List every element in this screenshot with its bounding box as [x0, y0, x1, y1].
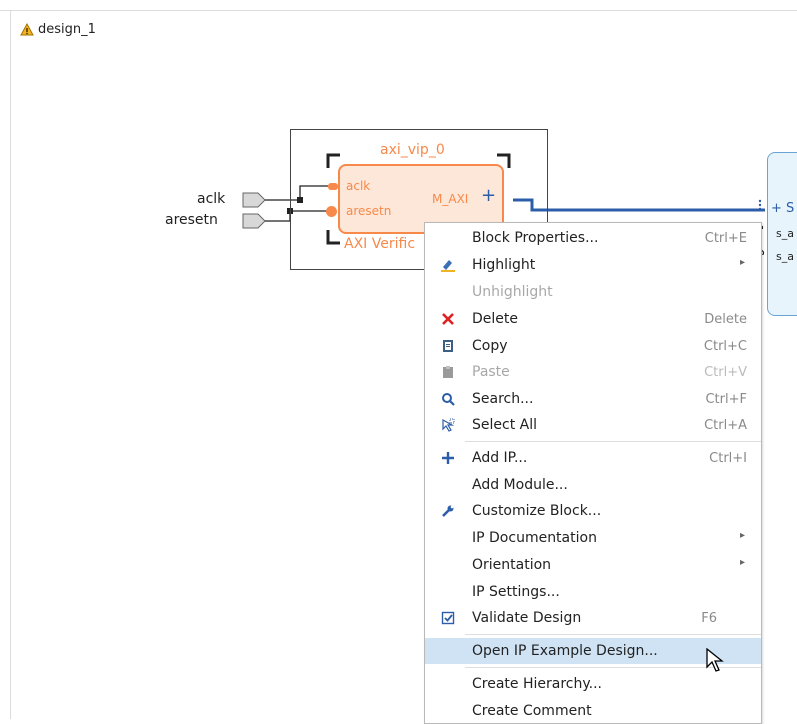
- validate-icon: [439, 609, 457, 627]
- menu-item-block-properties[interactable]: Block Properties... Ctrl+E: [425, 225, 761, 251]
- menu-separator: [465, 441, 761, 442]
- select-all-icon: [439, 416, 457, 434]
- menu-item-ip-settings[interactable]: IP Settings...: [425, 579, 761, 605]
- menu-item-add-module[interactable]: Add Module...: [425, 472, 761, 498]
- ip-subtitle: AXI Verific: [344, 236, 416, 252]
- submenu-arrow-icon: ▸: [739, 557, 745, 568]
- menu-item-delete[interactable]: Delete Delete: [425, 306, 761, 332]
- menu-item-create-comment[interactable]: Create Comment: [425, 698, 761, 724]
- pin-aclk-label: aclk: [346, 179, 371, 193]
- menu-item-copy[interactable]: Copy Ctrl+C: [425, 333, 761, 359]
- pin-aresetn-label: aresetn: [346, 204, 392, 218]
- aclk-port-shape[interactable]: [242, 192, 266, 208]
- pin-maxi-label: M_AXI: [432, 192, 469, 206]
- menu-item-add-ip[interactable]: Add IP... Ctrl+I: [425, 445, 761, 471]
- aclk-port-label: aclk: [197, 191, 226, 207]
- paste-icon: [439, 363, 457, 381]
- expand-plus-icon[interactable]: +: [481, 185, 496, 206]
- menu-item-search[interactable]: Search... Ctrl+F: [425, 386, 761, 412]
- highlight-icon: [439, 256, 457, 274]
- right-block-plus[interactable]: + S: [771, 201, 794, 216]
- submenu-arrow-icon: ▸: [739, 530, 745, 541]
- menu-item-paste[interactable]: Paste Ctrl+V: [425, 359, 761, 385]
- menu-item-unhighlight[interactable]: Unhighlight: [425, 279, 761, 305]
- copy-icon: [439, 337, 457, 355]
- search-icon: [439, 390, 457, 408]
- menu-separator: [465, 634, 761, 635]
- menu-item-highlight[interactable]: Highlight ▸: [425, 252, 761, 278]
- menu-item-validate-design[interactable]: Validate Design F6: [425, 605, 761, 631]
- m-axi-bus-wire[interactable]: [513, 198, 765, 212]
- aresetn-pin-marker[interactable]: [326, 206, 337, 217]
- ip-instance-name[interactable]: axi_vip_0: [380, 142, 445, 158]
- submenu-arrow-icon: ▸: [739, 257, 745, 268]
- right-block-pin2: s_a: [776, 250, 794, 263]
- add-icon: [439, 449, 457, 467]
- interconnect-block[interactable]: + S s_a s_a: [767, 152, 797, 316]
- menu-item-ip-documentation[interactable]: IP Documentation ▸: [425, 525, 761, 551]
- menu-item-create-hierarchy[interactable]: Create Hierarchy...: [425, 671, 761, 697]
- menu-item-orientation[interactable]: Orientation ▸: [425, 552, 761, 578]
- mouse-cursor-icon: [706, 648, 724, 672]
- menu-item-select-all[interactable]: Select All Ctrl+A: [425, 412, 761, 438]
- aresetn-port-label: aresetn: [165, 212, 218, 228]
- aresetn-port-shape[interactable]: [242, 213, 266, 229]
- delete-icon: [439, 310, 457, 328]
- menu-item-customize-block[interactable]: Customize Block...: [425, 498, 761, 524]
- block-design-canvas[interactable]: design_1 aclk aresetn axi_vip_0 aclk are…: [0, 0, 797, 724]
- right-block-pin1: s_a: [776, 227, 794, 240]
- aclk-pin-marker[interactable]: [328, 183, 338, 190]
- wrench-icon: [439, 502, 457, 520]
